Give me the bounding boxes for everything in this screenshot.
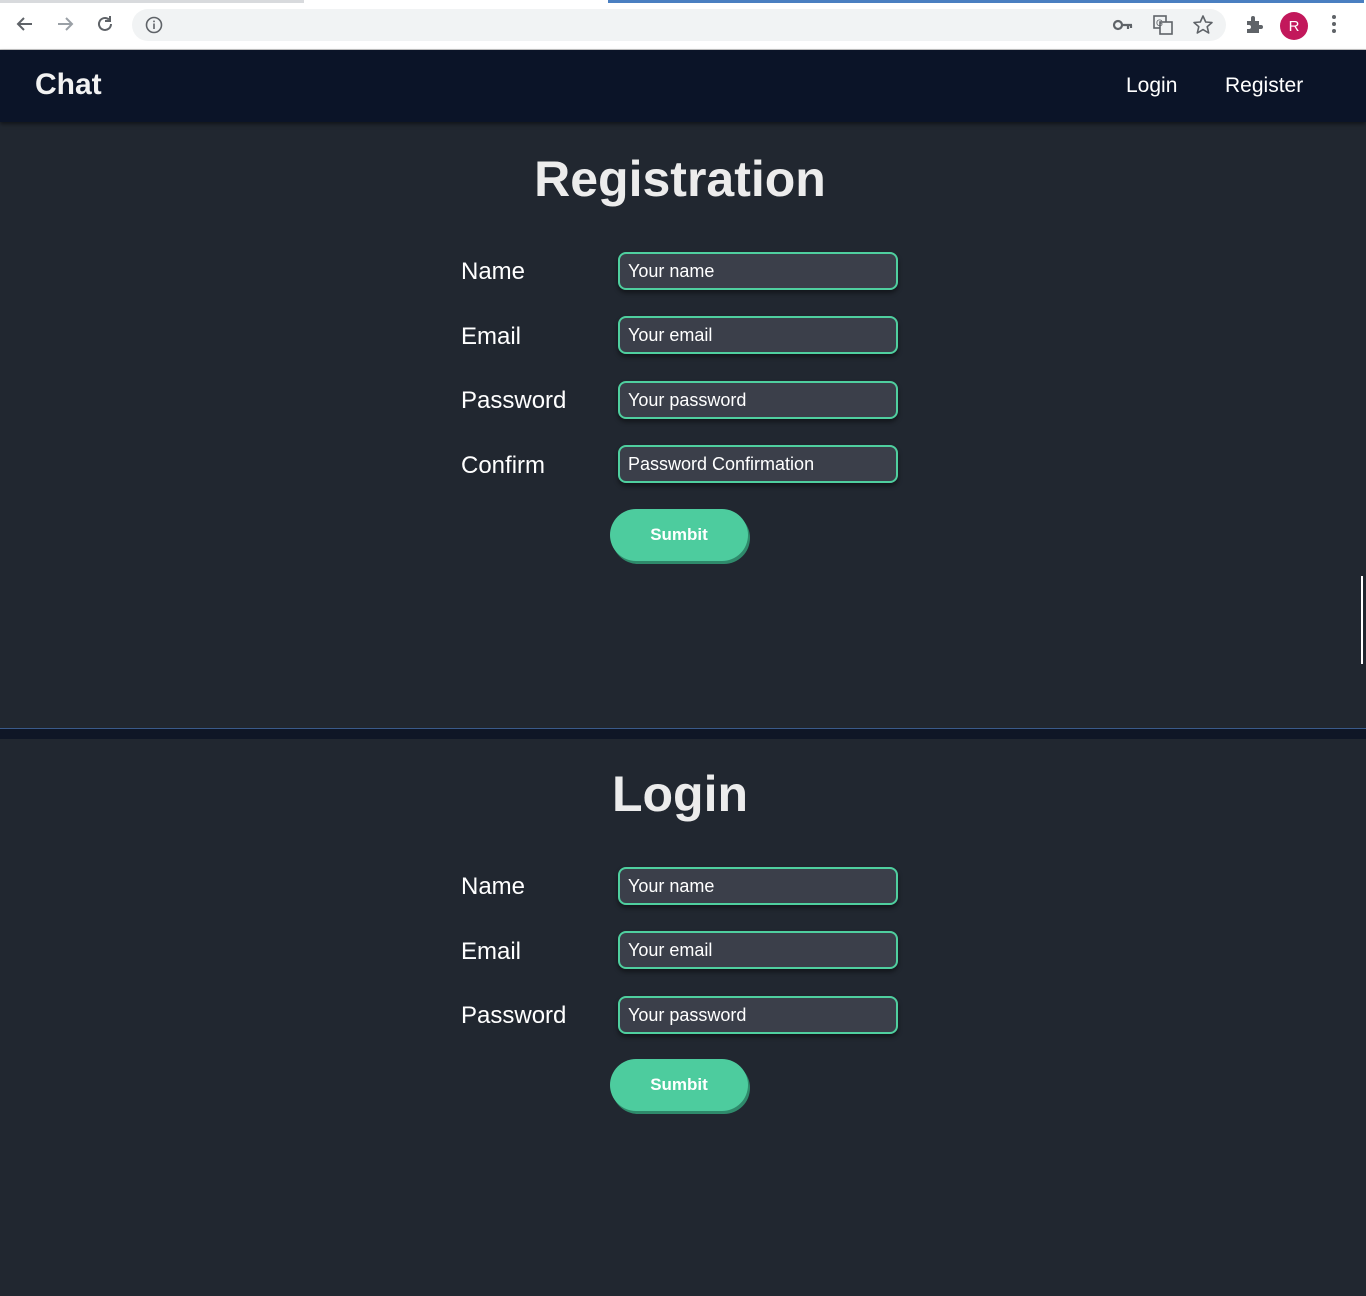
- translate-icon[interactable]: G: [1152, 14, 1174, 41]
- login-title: Login: [611, 766, 749, 822]
- email-label: Email: [461, 323, 522, 350]
- section-divider: [0, 728, 1366, 739]
- name-label: Name: [461, 258, 526, 285]
- confirm-label: Confirm: [461, 452, 546, 479]
- registration-title: Registration: [534, 151, 826, 207]
- login-name-input[interactable]: [618, 867, 898, 905]
- register-confirm-input[interactable]: [618, 445, 898, 483]
- app-navbar: Chat Login Register: [0, 50, 1366, 122]
- scroll-indicator: [1361, 576, 1363, 664]
- tab-strip-active: [608, 0, 1364, 3]
- browser-toolbar: G R: [0, 0, 1366, 50]
- nav-link-register[interactable]: Register: [1225, 74, 1303, 98]
- menu-dots-icon[interactable]: [1320, 10, 1348, 38]
- key-icon[interactable]: [1112, 15, 1134, 40]
- email-label: Email: [461, 938, 522, 965]
- profile-avatar[interactable]: R: [1280, 12, 1308, 40]
- register-email-input[interactable]: [618, 316, 898, 354]
- name-label: Name: [461, 873, 526, 900]
- brand-logo[interactable]: Chat: [35, 68, 102, 102]
- svg-text:G: G: [1156, 18, 1163, 28]
- password-label: Password: [461, 387, 567, 414]
- reload-icon[interactable]: [91, 10, 119, 38]
- login-password-input[interactable]: [618, 996, 898, 1034]
- tab-strip: [0, 0, 304, 3]
- star-icon[interactable]: [1192, 14, 1214, 41]
- forward-arrow-icon[interactable]: [51, 10, 79, 38]
- login-submit-button[interactable]: Sumbit: [610, 1059, 748, 1111]
- nav-link-login[interactable]: Login: [1126, 74, 1177, 98]
- password-label: Password: [461, 1002, 567, 1029]
- login-email-input[interactable]: [618, 931, 898, 969]
- site-info-icon[interactable]: [144, 15, 164, 40]
- register-name-input[interactable]: [618, 252, 898, 290]
- register-password-input[interactable]: [618, 381, 898, 419]
- back-arrow-icon[interactable]: [11, 10, 39, 38]
- address-bar[interactable]: G: [132, 9, 1226, 41]
- extensions-icon[interactable]: [1240, 10, 1268, 38]
- register-submit-button[interactable]: Sumbit: [610, 509, 748, 561]
